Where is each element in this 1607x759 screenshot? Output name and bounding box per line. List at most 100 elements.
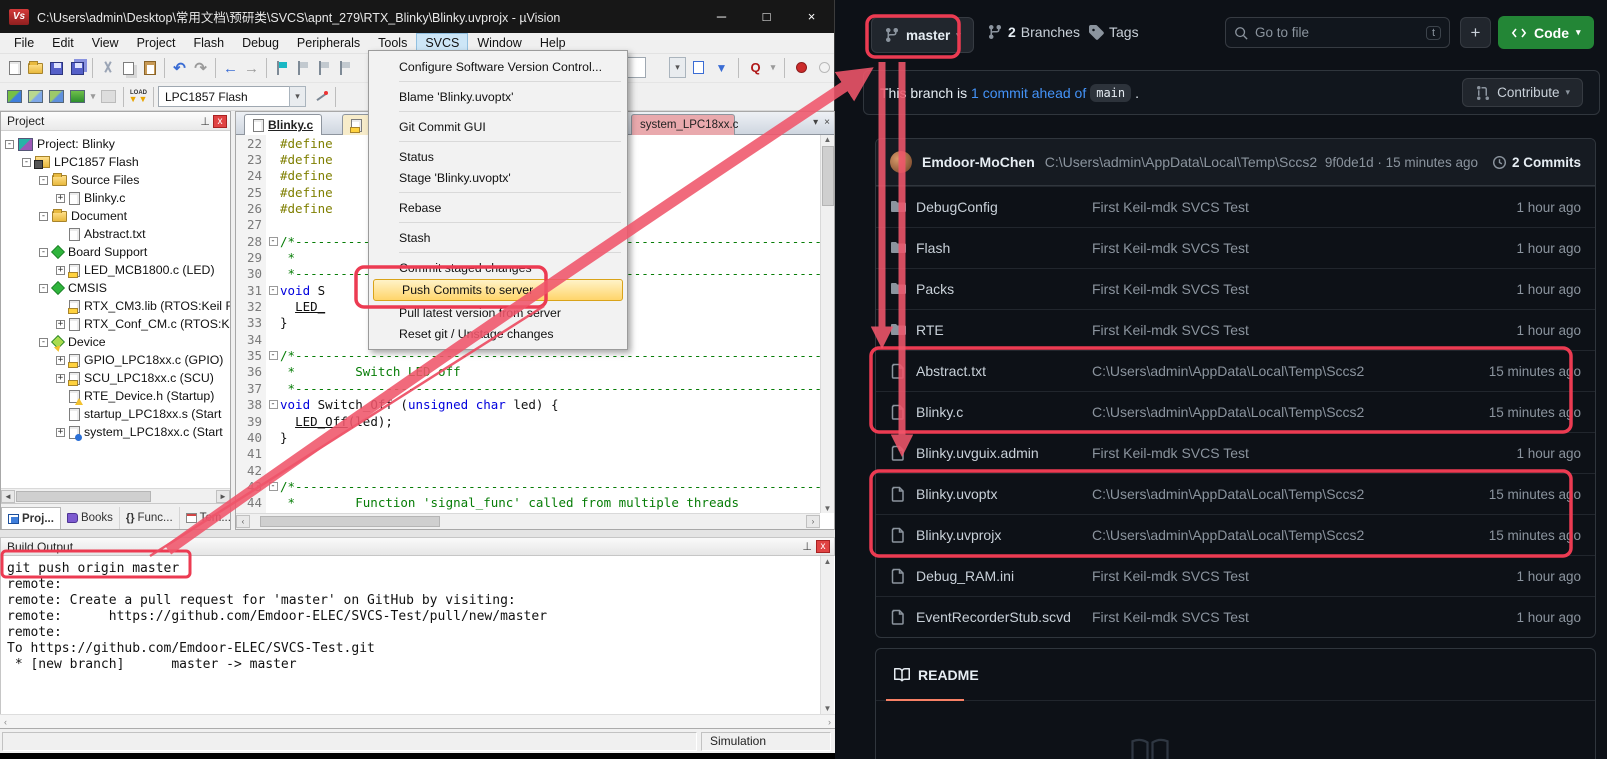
build-output-content[interactable]: git push origin masterremote:remote: Cre…: [0, 556, 835, 714]
scroll-right-icon[interactable]: ›: [828, 717, 831, 727]
batch-build-icon[interactable]: [67, 87, 88, 107]
batch-caret-icon[interactable]: ▾: [88, 87, 98, 107]
menu-flash[interactable]: Flash: [184, 33, 233, 53]
tab-list-caret-icon[interactable]: ▾: [813, 117, 818, 128]
menu-item-blame[interactable]: Blame 'Blinky.uvoptx': [371, 86, 625, 107]
tree-item-file[interactable]: +RTX_Conf_CM.c (RTOS:K: [1, 315, 230, 333]
file-row[interactable]: PacksFirst Keil-mdk SVCS Test1 hour ago: [876, 268, 1595, 309]
commit-author[interactable]: Emdoor-MoChen: [922, 154, 1035, 170]
cut-icon[interactable]: [97, 58, 118, 78]
file-row[interactable]: Blinky.uvguix.adminFirst Keil-mdk SVCS T…: [876, 432, 1595, 473]
menu-item-configure-svcs[interactable]: Configure Software Version Control...: [371, 56, 625, 77]
copy-icon[interactable]: [118, 58, 139, 78]
file-row[interactable]: EventRecorderStub.scvdFirst Keil-mdk SVC…: [876, 596, 1595, 637]
menu-item-git-commit-gui[interactable]: Git Commit GUI: [371, 116, 625, 137]
code-button[interactable]: Code ▾: [1498, 16, 1594, 49]
build-output-hscrollbar[interactable]: ‹ ›: [0, 714, 835, 728]
minimize-icon[interactable]: ─: [699, 0, 744, 33]
load-arrow-icon[interactable]: ▼: [711, 58, 732, 78]
file-row[interactable]: FlashFirst Keil-mdk SVCS Test1 hour ago: [876, 227, 1595, 268]
branch-selector-button[interactable]: master ▾: [871, 17, 974, 53]
scroll-left-icon[interactable]: ‹: [4, 717, 7, 727]
bookmark-clear-icon[interactable]: [334, 58, 355, 78]
readme-tab[interactable]: README: [876, 649, 1595, 701]
file-row[interactable]: DebugConfigFirst Keil-mdk SVCS Test1 hou…: [876, 186, 1595, 227]
navigate-forward-icon[interactable]: →: [241, 58, 262, 78]
tree-item-file[interactable]: +startup_LPC18xx.s (Start: [1, 405, 230, 423]
scroll-left-icon[interactable]: ◄: [1, 490, 15, 503]
tree-item-file[interactable]: +Blinky.c: [1, 189, 230, 207]
go-to-file-input[interactable]: Go to file t: [1225, 17, 1450, 48]
tree-item-file[interactable]: +RTE_Device.h (Startup): [1, 387, 230, 405]
menu-peripherals[interactable]: Peripherals: [288, 33, 369, 53]
tree-item-file[interactable]: +SCU_LPC18xx.c (SCU): [1, 369, 230, 387]
tab-project[interactable]: Proj...: [1, 507, 61, 529]
open-file-icon[interactable]: [25, 58, 46, 78]
menu-item-reset-git[interactable]: Reset git / Unstage changes: [371, 323, 625, 344]
menu-file[interactable]: File: [5, 33, 43, 53]
target-caret-icon[interactable]: ▾: [289, 86, 306, 107]
add-new-button[interactable]: +: [1460, 17, 1491, 48]
scroll-right-icon[interactable]: ►: [216, 490, 230, 503]
tree-item-project[interactable]: -Project: Blinky: [1, 135, 230, 153]
find-in-files-icon[interactable]: Q: [745, 58, 766, 78]
close-icon[interactable]: ×: [789, 0, 834, 33]
scroll-down-icon[interactable]: ▼: [824, 504, 832, 513]
file-row[interactable]: Blinky.uvprojxC:\Users\admin\AppData\Loc…: [876, 514, 1595, 555]
editor-hscrollbar[interactable]: ‹ ›: [236, 513, 820, 529]
tree-item-file[interactable]: +system_LPC18xx.c (Start: [1, 423, 230, 441]
panel-close-icon[interactable]: x: [816, 540, 830, 553]
menu-item-stash[interactable]: Stash: [371, 227, 625, 248]
manage-target-wand-icon[interactable]: [310, 87, 331, 107]
breakpoint-disabled-icon[interactable]: [814, 58, 835, 78]
menu-item-commit-staged[interactable]: Commit staged changes: [371, 257, 625, 278]
branches-link[interactable]: 2Branches: [987, 24, 1080, 40]
commit-history-link[interactable]: 2 Commits: [1492, 155, 1581, 170]
menu-project[interactable]: Project: [128, 33, 185, 53]
scroll-left-icon[interactable]: ‹: [236, 515, 250, 528]
pin-icon[interactable]: ⊥: [802, 540, 812, 553]
tab-books[interactable]: Books: [61, 507, 120, 529]
maximize-icon[interactable]: □: [744, 0, 789, 33]
editor-vscrollbar[interactable]: ▲ ▼: [820, 135, 834, 513]
file-row[interactable]: Debug_RAM.iniFirst Keil-mdk SVCS Test1 h…: [876, 555, 1595, 596]
combo-dropdown-icon[interactable]: ▾: [669, 57, 686, 78]
editor-tab-system[interactable]: system_LPC18xx.c: [631, 114, 735, 135]
tab-functions[interactable]: {}Func...: [120, 507, 180, 529]
commit-sha-time[interactable]: 9f0de1d · 15 minutes ago: [1325, 155, 1478, 170]
tree-item-file[interactable]: +GPIO_LPC18xx.c (GPIO): [1, 351, 230, 369]
navigate-back-icon[interactable]: ←: [220, 58, 241, 78]
target-select[interactable]: LPC1857 Flash: [158, 86, 290, 107]
redo-icon[interactable]: ↷: [190, 58, 211, 78]
editor-tab-blinky[interactable]: Blinky.c: [244, 114, 322, 135]
download-icon[interactable]: LOAD▼▼: [128, 87, 149, 107]
avatar[interactable]: [890, 151, 912, 173]
menu-item-pull-latest[interactable]: Pull latest version from server: [371, 302, 625, 323]
build-icon[interactable]: [25, 87, 46, 107]
pin-icon[interactable]: ⊥: [200, 115, 210, 128]
menu-debug[interactable]: Debug: [233, 33, 288, 53]
tree-item-pack[interactable]: -CMSIS: [1, 279, 230, 297]
save-all-icon[interactable]: [67, 58, 88, 78]
translate-icon[interactable]: [4, 87, 25, 107]
commits-ahead-link[interactable]: 1 commit ahead of: [971, 85, 1086, 101]
new-file-icon[interactable]: [4, 58, 25, 78]
panel-splitter[interactable]: [0, 530, 835, 537]
bookmark-next-icon[interactable]: [313, 58, 334, 78]
find-caret-icon[interactable]: ▾: [768, 58, 778, 78]
file-row[interactable]: Blinky.cC:\Users\admin\AppData\Local\Tem…: [876, 391, 1595, 432]
bookmark-icon[interactable]: [271, 58, 292, 78]
breakpoint-icon[interactable]: [791, 58, 812, 78]
scroll-right-icon[interactable]: ›: [806, 515, 820, 528]
commit-message[interactable]: C:\Users\admin\AppData\Local\Temp\Sccs2: [1045, 154, 1317, 170]
menu-item-rebase[interactable]: Rebase: [371, 197, 625, 218]
file-row[interactable]: RTEFirst Keil-mdk SVCS Test1 hour ago: [876, 309, 1595, 350]
menu-edit[interactable]: Edit: [43, 33, 83, 53]
menu-item-stage[interactable]: Stage 'Blinky.uvoptx': [371, 167, 625, 188]
file-row[interactable]: Abstract.txtC:\Users\admin\AppData\Local…: [876, 350, 1595, 391]
contribute-button[interactable]: Contribute ▾: [1462, 78, 1583, 107]
tree-item-file[interactable]: +Abstract.txt: [1, 225, 230, 243]
scroll-up-icon[interactable]: ▲: [824, 135, 832, 144]
tree-item-file[interactable]: +LED_MCB1800.c (LED): [1, 261, 230, 279]
tree-item-pack[interactable]: -Board Support: [1, 243, 230, 261]
